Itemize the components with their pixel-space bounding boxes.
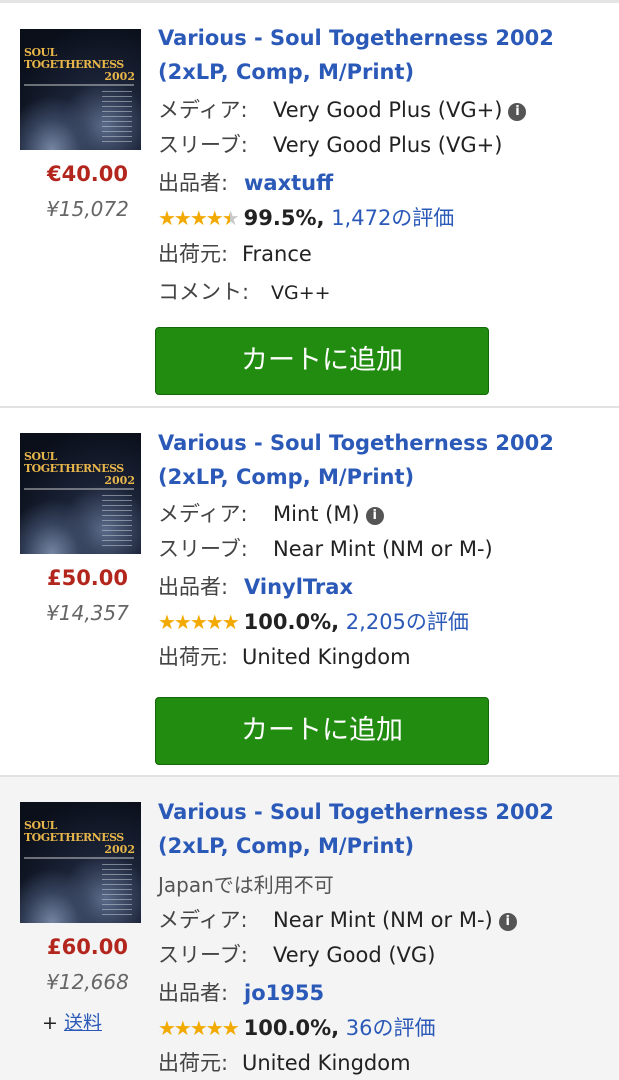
seller-name-link[interactable]: VinylTrax	[244, 575, 353, 599]
info-circle-icon[interactable]: i	[498, 913, 517, 931]
comment-label: コメント:	[158, 280, 250, 304]
ships-from: 出荷元: United Kingdom	[158, 641, 411, 671]
cover-text: SOUL	[24, 450, 57, 463]
media-label: メディア:	[158, 908, 248, 932]
cover-text: TOGETHERNESS	[24, 462, 124, 475]
rating-count-link[interactable]: 1,472の評価	[331, 206, 454, 230]
release-title-link[interactable]: Various - Soul Togetherness 2002 (2xLP, …	[158, 795, 613, 863]
star-icon: ★★★★★	[158, 1016, 240, 1040]
seller-rating: ★★★★★ 100.0%, 2,205の評価	[158, 606, 469, 636]
sleeve-label: スリーブ:	[158, 133, 248, 157]
album-cover[interactable]: SOUL TOGETHERNESS 2002	[20, 433, 141, 554]
sleeve-condition: スリーブ: Near Mint (NM or M-)	[158, 533, 493, 563]
info-circle-icon[interactable]: i	[508, 103, 527, 121]
ships-from-value: France	[242, 242, 312, 266]
media-label: メディア:	[158, 98, 248, 122]
price: £50.00	[46, 566, 129, 590]
ships-from-label: 出荷元:	[158, 1051, 229, 1075]
cover-art	[102, 91, 132, 146]
listing-1: SOUL TOGETHERNESS 2002 €40.00 ¥15,072 Va…	[0, 3, 619, 407]
ships-from: 出荷元: France	[158, 238, 312, 268]
seller: 出品者: waxtuff	[158, 167, 333, 197]
cover-art	[102, 495, 132, 550]
shipping-info: + 送料	[42, 1008, 102, 1035]
seller: 出品者: jo1955	[158, 977, 324, 1007]
media-condition: メディア: Mint (M) i	[158, 498, 384, 528]
rating-count-link[interactable]: 2,205の評価	[346, 610, 469, 634]
release-title-link[interactable]: Various - Soul Togetherness 2002 (2xLP, …	[158, 426, 613, 494]
cover-text: TOGETHERNESS	[24, 831, 124, 844]
seller-label: 出品者:	[158, 981, 229, 1005]
media-value: Near Mint (NM or M-)	[273, 908, 493, 932]
shipping-prefix: +	[42, 1012, 58, 1034]
cover-art	[24, 857, 134, 859]
media-condition: メディア: Very Good Plus (VG+) i	[158, 94, 527, 124]
cover-art	[20, 499, 100, 554]
sleeve-condition: スリーブ: Very Good Plus (VG+)	[158, 129, 502, 159]
media-value: Very Good Plus (VG+)	[273, 98, 503, 122]
media-condition: メディア: Near Mint (NM or M-) i	[158, 904, 517, 934]
seller-label: 出品者:	[158, 575, 229, 599]
rating-percent: 100.0%,	[243, 1016, 340, 1040]
sleeve-label: スリーブ:	[158, 537, 248, 561]
album-cover[interactable]: SOUL TOGETHERNESS 2002	[20, 802, 141, 923]
rating-percent: 100.0%,	[243, 610, 340, 634]
info-circle-icon[interactable]: i	[365, 507, 384, 525]
seller-name-link[interactable]: jo1955	[244, 981, 324, 1005]
listing-3: SOUL TOGETHERNESS 2002 £60.00 ¥12,668 + …	[0, 777, 619, 1080]
rating-count-link[interactable]: 36の評価	[346, 1016, 436, 1040]
seller-rating: ★★★★★ 99.5%, 1,472の評価	[158, 202, 454, 232]
cover-art	[24, 488, 134, 490]
converted-price: ¥14,357	[46, 601, 129, 625]
cover-art	[20, 95, 100, 150]
seller-name-link[interactable]: waxtuff	[244, 171, 333, 195]
cover-text: 2002	[104, 474, 135, 487]
star-half-icon: ★	[221, 206, 240, 230]
sleeve-condition: スリーブ: Very Good (VG)	[158, 939, 435, 969]
star-rating: ★★★★★	[158, 206, 240, 230]
cover-text: 2002	[104, 843, 135, 856]
cover-art	[20, 868, 100, 923]
rating-percent: 99.5%,	[243, 206, 325, 230]
listing-2: SOUL TOGETHERNESS 2002 £50.00 ¥14,357 Va…	[0, 408, 619, 775]
sleeve-value: Near Mint (NM or M-)	[273, 537, 493, 561]
add-to-cart-button[interactable]: カートに追加	[155, 697, 489, 765]
cover-text: 2002	[104, 70, 135, 83]
ships-from: 出荷元: United Kingdom	[158, 1047, 411, 1077]
price: €40.00	[46, 162, 129, 186]
sleeve-value: Very Good Plus (VG+)	[273, 133, 503, 157]
comment: コメント: VG++	[158, 276, 331, 306]
converted-price: ¥12,668	[46, 970, 129, 994]
shipping-link[interactable]: 送料	[64, 1012, 102, 1034]
comment-value: VG++	[271, 282, 331, 304]
media-value: Mint (M)	[273, 502, 360, 526]
ships-from-value: United Kingdom	[242, 645, 411, 669]
sleeve-value: Very Good (VG)	[273, 943, 436, 967]
album-cover[interactable]: SOUL TOGETHERNESS 2002	[20, 29, 141, 150]
add-to-cart-button[interactable]: カートに追加	[155, 327, 489, 395]
release-title-link[interactable]: Various - Soul Togetherness 2002 (2xLP, …	[158, 21, 613, 89]
seller-rating: ★★★★★ 100.0%, 36の評価	[158, 1012, 436, 1042]
seller-label: 出品者:	[158, 171, 229, 195]
star-icon: ★★★★	[158, 206, 224, 230]
media-label: メディア:	[158, 502, 248, 526]
ships-from-label: 出荷元:	[158, 242, 229, 266]
availability-notice: Japanでは利用不可	[158, 873, 334, 897]
cover-text: TOGETHERNESS	[24, 58, 124, 71]
seller: 出品者: VinylTrax	[158, 571, 353, 601]
converted-price: ¥15,072	[46, 197, 129, 221]
cover-text: SOUL	[24, 46, 57, 59]
cover-art	[102, 864, 132, 919]
star-icon: ★★★★★	[158, 610, 240, 634]
cover-text: SOUL	[24, 819, 57, 832]
cover-art	[24, 84, 134, 86]
ships-from-label: 出荷元:	[158, 645, 229, 669]
sleeve-label: スリーブ:	[158, 943, 248, 967]
price: £60.00	[46, 935, 129, 959]
ships-from-value: United Kingdom	[242, 1051, 411, 1075]
